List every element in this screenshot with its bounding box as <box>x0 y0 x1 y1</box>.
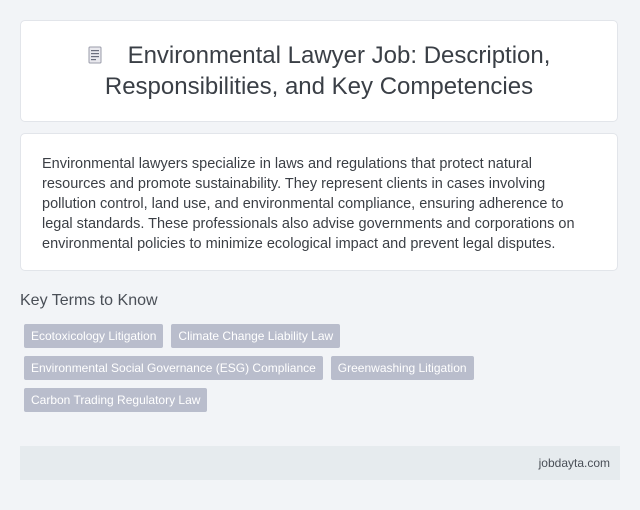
footer: jobdayta.com <box>20 446 620 480</box>
description-text: Environmental lawyers specialize in laws… <box>42 156 575 252</box>
key-term-tag[interactable]: Carbon Trading Regulatory Law <box>24 388 208 412</box>
key-term-tag[interactable]: Ecotoxicology Litigation <box>24 324 164 348</box>
key-terms-row: Ecotoxicology Litigation Climate Change … <box>24 324 614 348</box>
key-term-tag[interactable]: Greenwashing Litigation <box>330 356 474 380</box>
description-card: Environmental lawyers specialize in laws… <box>20 133 618 271</box>
key-terms-list: Ecotoxicology Litigation Climate Change … <box>24 324 614 420</box>
key-term-tag[interactable]: Climate Change Liability Law <box>171 324 341 348</box>
page-title-text: Environmental Lawyer Job: Description, R… <box>104 42 551 100</box>
key-terms-row: Environmental Social Governance (ESG) Co… <box>24 356 614 380</box>
key-terms-heading: Key Terms to Know <box>20 292 158 309</box>
key-term-tag[interactable]: Environmental Social Governance (ESG) Co… <box>24 356 323 380</box>
key-terms-row: Carbon Trading Regulatory Law <box>24 388 614 412</box>
document-icon <box>88 41 102 64</box>
page-title: Environmental Lawyer Job: Description, R… <box>61 40 577 102</box>
title-card: Environmental Lawyer Job: Description, R… <box>20 20 618 122</box>
footer-site-link[interactable]: jobdayta.com <box>539 456 610 470</box>
